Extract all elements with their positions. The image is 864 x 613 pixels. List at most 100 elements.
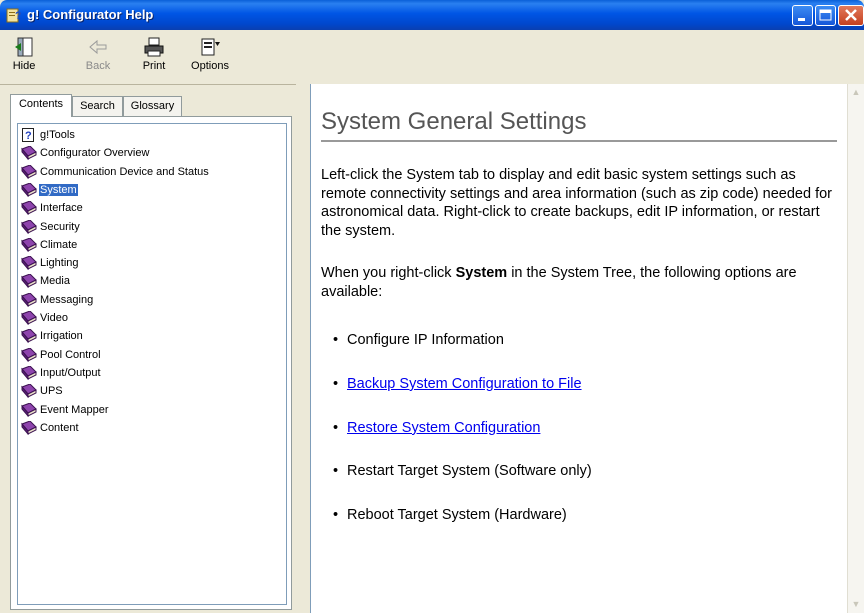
option-text: Restart Target System (Software only) <box>347 463 592 480</box>
book-icon <box>21 365 37 380</box>
tree-item-label: Media <box>40 275 70 288</box>
options-button[interactable]: Options <box>188 32 232 82</box>
tree-item[interactable]: Media <box>21 272 210 290</box>
tree-item[interactable]: System <box>21 181 210 199</box>
window-title: g! Configurator Help <box>27 7 154 22</box>
tree-item[interactable]: Interface <box>21 199 210 217</box>
book-icon <box>21 274 37 289</box>
tree-item[interactable]: Input/Output <box>21 364 210 382</box>
maximize-button[interactable] <box>815 5 836 26</box>
book-icon <box>21 347 37 362</box>
tree-item-label: System <box>39 183 78 196</box>
book-icon <box>21 219 37 234</box>
help-page-icon: ? <box>22 128 34 143</box>
tree-item-label: Messaging <box>40 293 94 306</box>
vertical-scrollbar[interactable]: ▲ ▼ <box>847 84 864 613</box>
toolbar: Hide Back Print Options <box>0 30 864 85</box>
option-item: Backup System Configuration to File <box>333 375 837 393</box>
book-icon <box>21 256 37 271</box>
book-icon <box>21 329 37 344</box>
book-icon <box>21 384 37 399</box>
tree-item[interactable]: Configurator Overview <box>21 144 210 162</box>
option-item: Configure IP Information <box>333 331 837 349</box>
tree-item-label: Event Mapper <box>40 403 109 416</box>
book-icon <box>21 146 37 161</box>
tree-item[interactable]: Messaging <box>21 291 210 309</box>
option-item: Restart Target System (Software only) <box>333 462 837 480</box>
book-icon <box>21 164 37 179</box>
back-label: Back <box>85 60 111 72</box>
scroll-up-button[interactable]: ▲ <box>848 84 864 101</box>
intro-paragraph: Left-click the System tab to display and… <box>321 167 832 239</box>
book-icon <box>21 182 37 197</box>
tree-item[interactable]: Lighting <box>21 254 210 272</box>
book-icon <box>21 311 37 326</box>
back-arrow-icon <box>89 39 107 55</box>
scroll-down-button[interactable]: ▼ <box>848 596 864 613</box>
svg-text:?: ? <box>25 130 32 142</box>
back-button[interactable]: Back <box>76 32 120 82</box>
options-icon <box>201 38 220 56</box>
help-app-icon: ? <box>6 8 22 23</box>
print-label: Print <box>142 60 166 72</box>
tree-item-label: Security <box>40 220 80 233</box>
options-paragraph: When you right-click System in the Syste… <box>321 264 837 301</box>
svg-text:?: ? <box>15 10 22 22</box>
tree-item[interactable]: Video <box>21 309 210 327</box>
hide-button[interactable]: Hide <box>2 32 46 82</box>
close-button[interactable] <box>838 5 864 26</box>
printer-icon <box>144 37 164 57</box>
option-item: Restore System Configuration <box>333 419 837 437</box>
option-link[interactable]: Restore System Configuration <box>347 420 540 436</box>
tab-contents-label: Contents <box>18 98 64 110</box>
pane-splitter[interactable] <box>296 84 310 613</box>
close-icon <box>845 9 857 21</box>
tab-glossary[interactable]: Glossary <box>123 96 182 116</box>
book-icon <box>21 420 37 435</box>
tab-search-label: Search <box>80 100 115 112</box>
hide-label: Hide <box>12 60 36 72</box>
page-title: System General Settings <box>321 108 837 142</box>
contents-panel: ? g!Tools Configurator Overview Communicati… <box>10 116 292 610</box>
tree-item-label: g!Tools <box>40 129 75 142</box>
options-text-bold: System <box>455 265 508 281</box>
minimize-icon <box>798 18 805 21</box>
minimize-button[interactable] <box>792 5 813 26</box>
tree-item[interactable]: Content <box>21 419 210 437</box>
tree-item[interactable]: Climate <box>21 236 210 254</box>
tree-item-label: Communication Device and Status <box>40 165 209 178</box>
topic-page: System General Settings Left-click the S… <box>321 108 837 550</box>
tree-item[interactable]: Irrigation <box>21 327 210 345</box>
book-icon <box>21 201 37 216</box>
tree-item-label: Pool Control <box>40 348 101 361</box>
tab-contents[interactable]: Contents <box>10 94 72 117</box>
tab-glossary-label: Glossary <box>130 100 175 112</box>
tree-item[interactable]: ? g!Tools <box>21 126 210 144</box>
tree-item[interactable]: UPS <box>21 382 210 400</box>
topic-pane: System General Settings Left-click the S… <box>310 84 864 613</box>
tree-item-label: Configurator Overview <box>40 147 150 160</box>
tree-item-label: Video <box>40 312 68 325</box>
hide-pane-icon <box>15 37 33 57</box>
tree-item-label: Irrigation <box>40 330 83 343</box>
tree-item-label: Interface <box>40 202 83 215</box>
tab-search[interactable]: Search <box>72 96 123 116</box>
maximize-icon <box>819 9 832 21</box>
option-link[interactable]: Backup System Configuration to File <box>347 376 582 392</box>
tree-item-label: Climate <box>40 238 78 251</box>
navigation-pane: Contents Search Glossary ? g!Tools Configu… <box>4 90 296 612</box>
tree-item[interactable]: Communication Device and Status <box>21 163 210 181</box>
print-button[interactable]: Print <box>132 32 176 82</box>
book-icon <box>21 292 37 307</box>
tree-item[interactable]: Pool Control <box>21 346 210 364</box>
options-text-start: When you right-click <box>321 265 456 281</box>
option-item: Reboot Target System (Hardware) <box>333 506 837 524</box>
title-bar[interactable]: ? g! Configurator Help <box>0 0 864 30</box>
tree-item[interactable]: Event Mapper <box>21 400 210 418</box>
book-icon <box>21 402 37 417</box>
option-text: Configure IP Information <box>347 332 504 348</box>
tree-item-label: Content <box>40 421 79 434</box>
options-label: Options <box>191 60 229 72</box>
contents-tree-box[interactable]: ? g!Tools Configurator Overview Communicati… <box>17 123 287 605</box>
tree-item[interactable]: Security <box>21 217 210 235</box>
